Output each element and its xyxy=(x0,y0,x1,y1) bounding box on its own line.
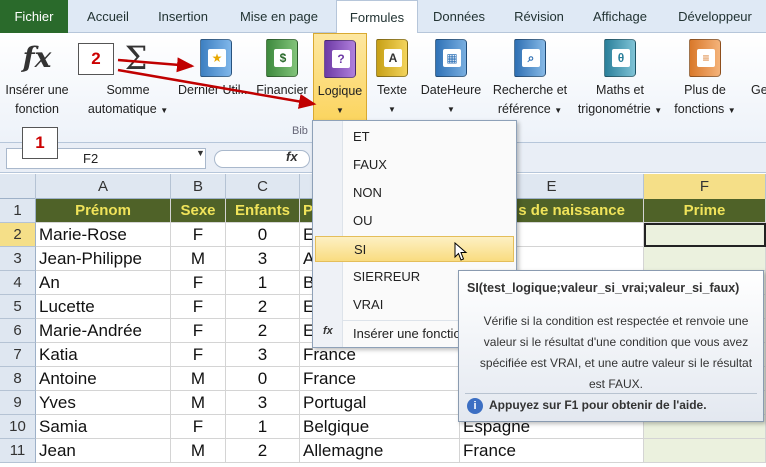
step-badge-two: 2 xyxy=(78,43,114,75)
annotation-arrows xyxy=(117,57,317,109)
arrow-to-logical xyxy=(117,68,317,109)
mouse-cursor-icon xyxy=(454,242,468,261)
step-badge-one: 1 xyxy=(22,127,58,159)
arrow-to-recent xyxy=(117,57,195,73)
